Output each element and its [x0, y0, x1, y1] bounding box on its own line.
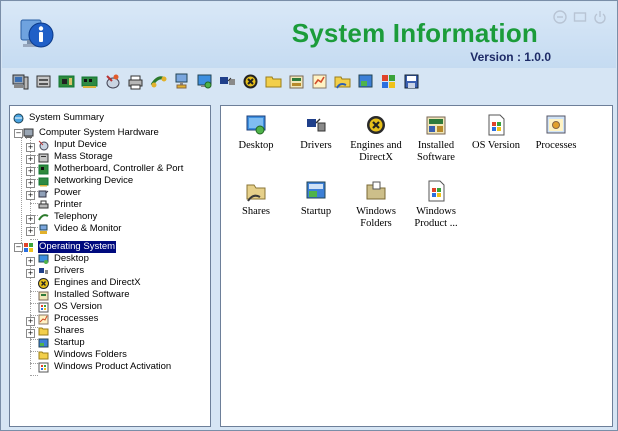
hardware-icon [23, 128, 34, 138]
desktop-icon [246, 115, 266, 135]
icon-tile-windows-product-activation[interactable]: Windows Product ... [406, 180, 466, 246]
expand-toggle[interactable]: + [26, 155, 35, 164]
minimize-icon[interactable] [553, 10, 567, 24]
header: System Information Version : 1.0.0 [2, 2, 616, 68]
drivers-icon[interactable] [219, 73, 236, 90]
product-activation-icon [428, 180, 445, 202]
directx-icon [367, 116, 385, 134]
app-title: System Information [291, 18, 538, 48]
input-device-icon [38, 140, 49, 151]
directx-icon [38, 278, 49, 289]
processes-icon [546, 115, 566, 134]
motherboard-icon [38, 164, 49, 175]
expand-toggle[interactable]: + [26, 269, 35, 278]
installed-software-icon [38, 291, 49, 301]
shares-icon[interactable] [334, 73, 351, 90]
startup-icon[interactable] [357, 73, 374, 90]
expand-toggle[interactable]: − [14, 129, 23, 138]
icon-tile-processes[interactable]: Processes [526, 114, 586, 180]
startup-icon [38, 338, 49, 348]
input-device-icon[interactable] [104, 73, 121, 90]
shares-icon [38, 327, 49, 336]
expand-toggle[interactable]: + [26, 257, 35, 266]
desktop-icon [38, 254, 49, 264]
mass-storage-icon[interactable] [35, 73, 52, 90]
networking-icon[interactable] [81, 73, 98, 90]
computer-hardware-icon[interactable] [12, 73, 29, 90]
video-monitor-icon[interactable] [173, 73, 190, 90]
installed-software-icon[interactable] [288, 73, 305, 90]
telephony-icon [38, 214, 49, 221]
expand-toggle[interactable]: + [26, 215, 35, 224]
windows-product-icon[interactable] [380, 73, 397, 90]
mass-storage-icon [38, 153, 49, 163]
system-tree: System Summary − Computer System Hardwar… [10, 106, 210, 426]
folder-icon [38, 351, 49, 360]
product-activation-icon [38, 362, 49, 373]
os-version-icon [38, 302, 49, 313]
toolbar [2, 69, 616, 95]
app-window: System Information Version : 1.0.0 Syste… [0, 0, 618, 431]
icon-tile-os-version[interactable]: OS Version [466, 114, 526, 180]
motherboard-icon[interactable] [58, 73, 75, 90]
expand-toggle[interactable]: + [26, 167, 35, 176]
shares-icon [246, 184, 266, 202]
icon-tile-startup[interactable]: Startup [286, 180, 346, 246]
processes-icon [38, 314, 49, 325]
networking-icon [38, 177, 49, 187]
icon-tile-engines-directx[interactable]: Engines and DirectX [346, 114, 406, 180]
os-version-icon [488, 114, 505, 136]
icon-tile-shares[interactable]: Shares [226, 180, 286, 246]
save-icon[interactable] [403, 73, 420, 90]
expand-toggle[interactable]: + [26, 317, 35, 326]
icon-tile-installed-software[interactable]: Installed Software [406, 114, 466, 180]
processes-icon[interactable] [311, 73, 328, 90]
version-label: Version : 1.0.0 [470, 50, 551, 64]
icon-tile-windows-folders[interactable]: Windows Folders [346, 180, 406, 246]
icon-tile-drivers[interactable]: Drivers [286, 114, 346, 180]
startup-icon [306, 181, 326, 199]
engines-directx-icon[interactable] [242, 73, 259, 90]
power-icon [38, 190, 49, 198]
expand-toggle[interactable]: + [26, 191, 35, 200]
drivers-icon [39, 268, 48, 274]
telephony-icon[interactable] [150, 73, 167, 90]
info-globe-icon [20, 19, 54, 48]
system-summary-icon [13, 113, 24, 124]
tree-pane[interactable]: System Summary − Computer System Hardwar… [9, 105, 211, 427]
drivers-icon [307, 118, 326, 132]
power-icon[interactable] [593, 10, 607, 24]
expand-toggle[interactable]: + [26, 143, 35, 152]
printer-icon [38, 200, 49, 209]
icon-view-pane[interactable]: Desktop Drivers Engines and DirectX Inst… [220, 105, 613, 427]
printer-icon[interactable] [127, 73, 144, 90]
folder-icon [366, 181, 386, 200]
icon-tile-desktop[interactable]: Desktop [226, 114, 286, 180]
expand-toggle[interactable]: + [26, 227, 35, 236]
folder-icon[interactable] [265, 73, 282, 90]
installed-software-icon [426, 116, 446, 135]
restore-icon[interactable] [573, 10, 587, 24]
operating-system-icon [24, 243, 33, 252]
video-monitor-icon [39, 224, 48, 234]
expand-toggle[interactable]: + [26, 179, 35, 188]
expand-toggle[interactable]: + [26, 329, 35, 338]
expand-toggle[interactable]: − [14, 243, 23, 252]
desktop-icon[interactable] [196, 73, 213, 90]
